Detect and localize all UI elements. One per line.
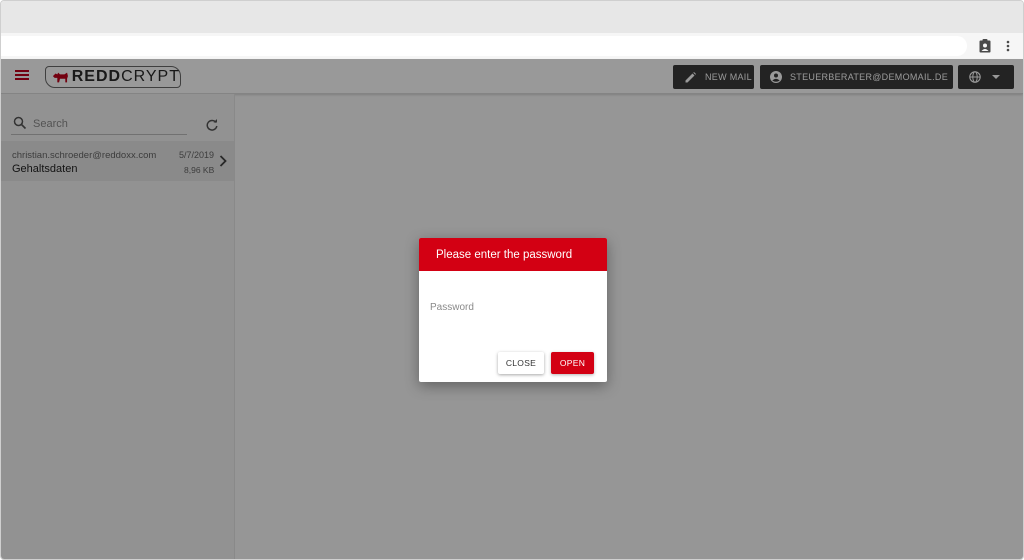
address-bar[interactable] bbox=[1, 36, 967, 56]
browser-window: REDDCRYPT NEW MAIL STEUERBERATER@DEMOMAI… bbox=[0, 0, 1024, 560]
password-field[interactable] bbox=[430, 298, 594, 316]
dialog-title: Please enter the password bbox=[419, 238, 607, 271]
more-vertical-icon[interactable] bbox=[1000, 38, 1016, 54]
browser-tab-strip bbox=[1, 1, 1023, 33]
open-button[interactable]: OPEN bbox=[551, 352, 594, 374]
browser-toolbar bbox=[1, 33, 1023, 59]
clipboard-user-icon[interactable] bbox=[977, 38, 993, 54]
password-dialog: Please enter the password CLOSE OPEN bbox=[419, 238, 607, 382]
close-button[interactable]: CLOSE bbox=[498, 352, 544, 374]
